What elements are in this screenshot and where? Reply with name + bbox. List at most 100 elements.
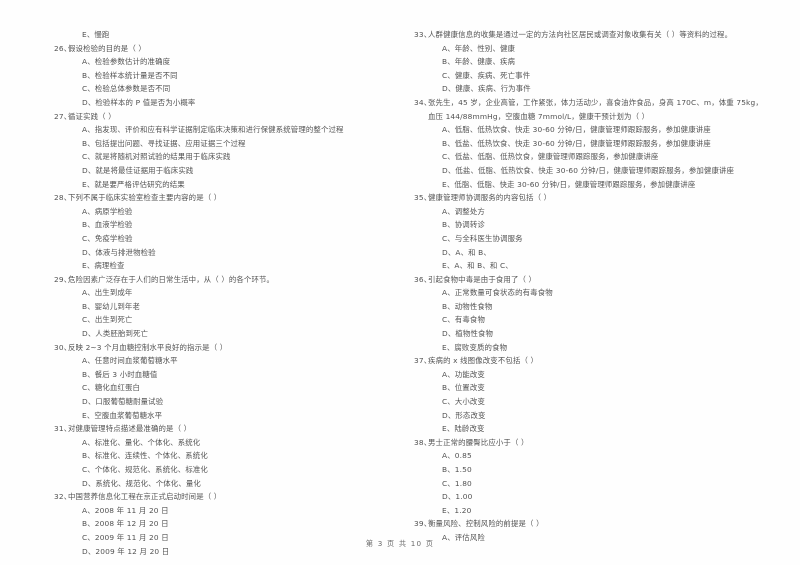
question-block: 34、 张先生，45 岁，企业高管，工作紧张，体力活动少，喜食油炸食品，身高 17…	[414, 96, 764, 191]
question-stem: 26、 假设检验的目的是（ ）	[54, 42, 400, 56]
option-item[interactable]: A、正常数量可食状态的有毒食物	[414, 286, 764, 300]
question-block: 37、 疾病的 x 线图像改变不包括（ ） A、功能改变 B、位置改变 C、大小改…	[414, 354, 764, 436]
option-item[interactable]: A、标准化、量化、个体化、系统化	[54, 436, 400, 450]
option-item[interactable]: C、健康、疾病、死亡事件	[414, 69, 764, 83]
option-item[interactable]: B、餐后 3 小时血糖值	[54, 368, 400, 382]
option-item[interactable]: E、低脂、低脂、快走 30-60 分钟/日，健康管理师跟踪服务，参加健康讲座	[414, 178, 764, 192]
option-item[interactable]: B、标准化、连续性、个体化、系统化	[54, 449, 400, 463]
question-block: 29、 危险因素广泛存在于人们的日常生活中，从（ ）的各个环节。 A、出生到成年 …	[54, 273, 400, 341]
option-item[interactable]: E、病理检查	[54, 259, 400, 273]
question-number: 33、	[414, 30, 432, 39]
question-number: 38、	[414, 437, 432, 447]
question-number: 30、	[54, 342, 72, 352]
question-stem: 33、 人群健康信息的收集是通过一定的方法向社区居民或调查对象收集有关（ ）等资料…	[414, 28, 764, 42]
option-item[interactable]: B、1.50	[414, 463, 764, 477]
option-item[interactable]: E、陆龄改变	[414, 422, 764, 436]
option-item[interactable]: E、腐败变质的食物	[414, 341, 764, 355]
option-item[interactable]: B、协调转诊	[414, 218, 764, 232]
question-stem: 30、 反映 2~3 个月血糖控制水平良好的指示是（ ）	[54, 341, 400, 355]
option-item[interactable]: B、检验样本统计量是否不同	[54, 69, 400, 83]
option-item[interactable]: E、A、和 B、和 C、	[414, 259, 764, 273]
option-item[interactable]: D、检验样本的 P 值是否为小概率	[54, 96, 400, 110]
option-item[interactable]: D、A、和 B、	[414, 246, 764, 260]
option-item[interactable]: D、体液与排泄物检验	[54, 246, 400, 260]
option-item[interactable]: B、血液学检验	[54, 218, 400, 232]
question-block: 28、 下列不属于临床实验室检查主要内容的是（ ） A、病原学检验 B、血液学检验…	[54, 191, 400, 273]
option-item[interactable]: A、病原学检验	[54, 205, 400, 219]
option-item[interactable]: C、个体化、规范化、系统化、标准化	[54, 463, 400, 477]
option-item[interactable]: D、形态改变	[414, 409, 764, 423]
question-text: 衡量风险、控制风险的前提是（ ）	[428, 519, 544, 529]
option-item[interactable]: C、检验总体参数是否不同	[54, 82, 400, 96]
question-number: 35、	[414, 193, 432, 203]
option-item[interactable]: B、动物性食物	[414, 300, 764, 314]
option-item[interactable]: E、1.20	[414, 504, 764, 518]
option-item[interactable]: C、低盐、低脂、低热饮食，健康管理师跟踪服务，参加健康讲座	[414, 150, 764, 164]
option-item[interactable]: D、健康、疾病、行为事件	[414, 82, 764, 96]
question-text: 对健康管理特点描述最准确的是（ ）	[68, 424, 192, 434]
option-item[interactable]: A、检验参数估计的准确度	[54, 55, 400, 69]
option-item[interactable]: C、1.80	[414, 477, 764, 491]
question-number: 36、	[414, 274, 432, 284]
option-item[interactable]: C、与全科医生协调服务	[414, 232, 764, 246]
option-item[interactable]: C、出生到死亡	[54, 313, 400, 327]
option-item[interactable]: D、人类胚胎到死亡	[54, 327, 400, 341]
option-item[interactable]: E、就是要严格评估研究的结果	[54, 178, 400, 192]
question-text: 循证实践（ ）	[68, 111, 116, 121]
question-text: 中国营养信息化工程在京正式启动时间是（ ）	[68, 492, 222, 502]
option-item[interactable]: C、有毒食物	[414, 313, 764, 327]
exam-page: E、慢跑 26、 假设检验的目的是（ ） A、检验参数估计的准确度 B、检验样本统…	[0, 0, 800, 565]
question-block: 30、 反映 2~3 个月血糖控制水平良好的指示是（ ） A、任意时间血浆葡萄糖水…	[54, 341, 400, 423]
orphan-option-line: E、慢跑	[82, 30, 110, 39]
option-item[interactable]: A、指发现、评价和应有科学证据制定临床决策和进行保健系统管理的整个过程	[54, 123, 400, 137]
option-item[interactable]: A、2008 年 11 月 20 日	[54, 504, 400, 518]
option-item[interactable]: B、位置改变	[414, 381, 764, 395]
option-item[interactable]: B、婴幼儿到年老	[54, 300, 400, 314]
option-item[interactable]: A、任意时间血浆葡萄糖水平	[54, 354, 400, 368]
question-text: 张先生，45 岁，企业高管，工作紧张，体力活动少，喜食油炸食品，身高 170C、…	[428, 97, 763, 121]
question-text: 男士正常的腰臀比应小于（ ）	[428, 437, 529, 447]
option-item[interactable]: B、年龄、健康、疾病	[414, 55, 764, 69]
option-item[interactable]: A、出生到成年	[54, 286, 400, 300]
question-number: 39、	[414, 519, 432, 529]
question-block: 38、 男士正常的腰臀比应小于（ ） A、0.85 B、1.50 C、1.80 D…	[414, 436, 764, 518]
question-number: 26、	[54, 43, 72, 53]
question-stem: 37、 疾病的 x 线图像改变不包括（ ）	[414, 354, 764, 368]
option-item[interactable]: A、功能改变	[414, 368, 764, 382]
option-item[interactable]: A、低脂、低热饮食、快走 30-60 分钟/日，健康管理师跟踪服务，参加健康讲座	[414, 123, 764, 137]
question-number: 34、	[414, 97, 432, 107]
question-number: 27、	[54, 111, 72, 121]
right-column: 33、 人群健康信息的收集是通过一定的方法向社区居民或调查对象收集有关（ ）等资料…	[414, 28, 764, 558]
option-item[interactable]: D、就是将最佳证据用于临床实践	[54, 164, 400, 178]
question-text: 疾病的 x 线图像改变不包括（ ）	[428, 356, 539, 366]
question-number: 32、	[54, 492, 72, 502]
option-item[interactable]: B、2008 年 12 月 20 日	[54, 517, 400, 531]
question-number: 37、	[414, 356, 432, 366]
question-text: 反映 2~3 个月血糖控制水平良好的指示是（ ）	[68, 342, 228, 352]
question-block: 35、 健康管理师协调服务的内容包括（ ） A、调整处方 B、协调转诊 C、与全科…	[414, 191, 764, 273]
option-item[interactable]: D、系统化、规范化、个体化、量化	[54, 477, 400, 491]
page-footer: 第 3 页 共 10 页	[365, 539, 435, 548]
option-item[interactable]: B、低盐、低热饮食、快走 30-60 分钟/日，健康管理师跟踪服务，参加健康讲座	[414, 137, 764, 151]
option-item[interactable]: D、1.00	[414, 490, 764, 504]
option-item[interactable]: D、植物性食物	[414, 327, 764, 341]
option-item[interactable]: A、年龄、性别、健康	[414, 42, 764, 56]
question-stem: 32、 中国营养信息化工程在京正式启动时间是（ ）	[54, 490, 400, 504]
option-item[interactable]: C、大小改变	[414, 395, 764, 409]
option-item[interactable]: C、糖化血红蛋白	[54, 381, 400, 395]
option-item[interactable]: C、免疫学检验	[54, 232, 400, 246]
question-stem: 29、 危险因素广泛存在于人们的日常生活中，从（ ）的各个环节。	[54, 273, 400, 287]
question-text: 危险因素广泛存在于人们的日常生活中，从（ ）的各个环节。	[68, 274, 275, 284]
option-item[interactable]: E、空腹血浆葡萄糖水平	[54, 409, 400, 423]
question-stem: 27、 循证实践（ ）	[54, 110, 400, 124]
option-item[interactable]: A、0.85	[414, 449, 764, 463]
option-item[interactable]: A、调整处方	[414, 205, 764, 219]
question-stem: 28、 下列不属于临床实验室检查主要内容的是（ ）	[54, 191, 400, 205]
option-item[interactable]: D、低盐、低脂、低热饮食、快走 30-60 分钟/日，健康管理师跟踪服务，参加健…	[414, 164, 764, 178]
option-item[interactable]: B、包括提出问题、寻找证据、应用证据三个过程	[54, 137, 400, 151]
question-text: 人群健康信息的收集是通过一定的方法向社区居民或调查对象收集有关（ ）等资料的过程…	[428, 30, 733, 39]
question-stem: 31、 对健康管理特点描述最准确的是（ ）	[54, 422, 400, 436]
question-stem: 38、 男士正常的腰臀比应小于（ ）	[414, 436, 764, 450]
option-item[interactable]: D、口服葡萄糖耐量试验	[54, 395, 400, 409]
option-item[interactable]: C、就是将随机对照试验的结果用于临床实践	[54, 150, 400, 164]
